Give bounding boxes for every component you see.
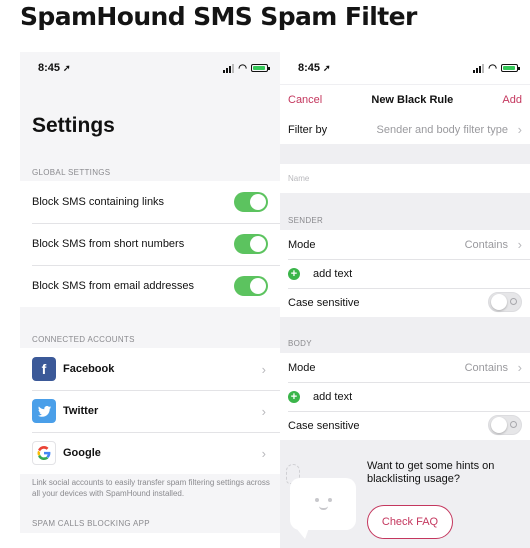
setting-row-links[interactable]: Block SMS containing links: [20, 181, 280, 223]
sender-mode-row[interactable]: Mode Contains ›: [280, 230, 530, 259]
body-add-text-row[interactable]: + add text: [280, 382, 530, 411]
location-arrow-icon: ➚: [63, 62, 71, 73]
twitter-icon: [32, 399, 56, 423]
settings-screen: 8:45 ➚ ◠ Settings GLOBAL SETTINGS Block …: [20, 52, 280, 548]
add-text-label: add text: [313, 390, 353, 403]
name-field[interactable]: Name: [280, 164, 530, 193]
mode-label: Mode: [288, 361, 316, 374]
body-header: BODY: [288, 339, 312, 348]
account-label: Facebook: [63, 363, 115, 375]
location-arrow-icon: ➚: [323, 62, 331, 73]
filter-by-label: Filter by: [288, 123, 328, 136]
chat-bubble-mascot-icon: [290, 478, 356, 539]
account-row-google[interactable]: Google ›: [20, 432, 280, 474]
setting-label: Block SMS from short numbers: [32, 238, 185, 250]
body-mode-row[interactable]: Mode Contains ›: [280, 353, 530, 382]
sender-group: Mode Contains › + add text Case sensitiv…: [280, 230, 530, 317]
sender-case-sensitive-toggle[interactable]: [488, 292, 522, 312]
nav-title: New Black Rule: [371, 94, 454, 106]
facebook-icon: f: [32, 357, 56, 381]
body-group: Mode Contains › + add text Case sensitiv…: [280, 353, 530, 440]
global-settings-group: Block SMS containing links Block SMS fro…: [20, 181, 280, 307]
accounts-footnote: Link social accounts to easily transfer …: [32, 478, 270, 498]
signal-icon: [223, 63, 235, 73]
google-icon: [32, 441, 56, 465]
filter-by-group: Filter by Sender and body filter type ›: [280, 115, 530, 144]
mascot-mouth: [319, 506, 328, 510]
sender-add-text-row[interactable]: + add text: [280, 259, 530, 288]
connected-accounts-header: CONNECTED ACCOUNTS: [32, 335, 135, 344]
status-time: 8:45: [298, 62, 321, 74]
chevron-right-icon: ›: [261, 403, 266, 419]
battery-icon: [251, 64, 270, 72]
check-faq-button[interactable]: Check FAQ: [367, 505, 453, 539]
signal-icon: [473, 63, 485, 73]
chevron-right-icon: ›: [261, 361, 266, 377]
setting-label: Block SMS containing links: [32, 196, 165, 208]
filter-by-value: Sender and body filter type: [376, 123, 508, 136]
page-headline: SpamHound SMS Spam Filter: [20, 2, 417, 31]
status-system-icons: ◠: [473, 62, 520, 74]
plus-icon: +: [288, 390, 300, 403]
wifi-icon: ◠: [238, 62, 247, 74]
spam-calls-group: [20, 533, 280, 548]
block-short-numbers-toggle[interactable]: [234, 234, 268, 254]
status-time: 8:45: [38, 62, 61, 74]
body-case-sensitive-row: Case sensitive: [280, 411, 530, 440]
account-row-twitter[interactable]: Twitter ›: [20, 390, 280, 432]
cancel-button[interactable]: Cancel: [288, 94, 322, 106]
spam-calls-header: SPAM CALLS BLOCKING APP: [32, 519, 150, 528]
faq-hint-text: Want to get some hints on blacklisting u…: [367, 460, 495, 485]
block-email-toggle[interactable]: [234, 276, 268, 296]
navigation-bar: Cancel New Black Rule Add: [280, 85, 530, 115]
case-sensitive-label: Case sensitive: [288, 296, 360, 309]
status-bar: 8:45 ➚ ◠: [20, 52, 280, 84]
status-bar: 8:45 ➚ ◠: [280, 52, 530, 84]
mode-label: Mode: [288, 238, 316, 251]
setting-row-short-numbers[interactable]: Block SMS from short numbers: [20, 223, 280, 265]
mode-value: Contains: [464, 361, 508, 374]
connected-accounts-group: f Facebook › Twitter › Google ›: [20, 348, 280, 474]
chevron-right-icon: ›: [517, 122, 522, 137]
name-placeholder: Name: [288, 174, 310, 183]
new-black-rule-screen: 8:45 ➚ ◠ Cancel New Black Rule Add Filte…: [280, 52, 530, 548]
status-time-group: 8:45 ➚: [298, 62, 331, 74]
account-row-facebook[interactable]: f Facebook ›: [20, 348, 280, 390]
chevron-right-icon: ›: [517, 237, 522, 252]
account-label: Google: [63, 447, 101, 459]
filter-by-row[interactable]: Filter by Sender and body filter type ›: [280, 115, 530, 144]
mode-value: Contains: [464, 238, 508, 251]
global-settings-header: GLOBAL SETTINGS: [32, 168, 111, 177]
case-sensitive-label: Case sensitive: [288, 419, 360, 432]
name-group: Name: [280, 164, 530, 193]
setting-label: Block SMS from email addresses: [32, 280, 194, 292]
chevron-right-icon: ›: [261, 445, 266, 461]
mascot-eye: [315, 498, 319, 502]
wifi-icon: ◠: [488, 62, 497, 74]
add-text-label: add text: [313, 267, 353, 280]
plus-icon: +: [288, 267, 300, 280]
body-case-sensitive-toggle[interactable]: [488, 415, 522, 435]
battery-icon: [501, 64, 520, 72]
sender-header: SENDER: [288, 216, 324, 225]
sender-case-sensitive-row: Case sensitive: [280, 288, 530, 317]
account-label: Twitter: [63, 405, 99, 417]
mascot-eye: [328, 498, 332, 502]
block-links-toggle[interactable]: [234, 192, 268, 212]
setting-row-email[interactable]: Block SMS from email addresses: [20, 265, 280, 307]
chevron-right-icon: ›: [517, 360, 522, 375]
page-title: Settings: [32, 114, 115, 137]
add-button[interactable]: Add: [502, 94, 522, 106]
status-system-icons: ◠: [223, 62, 270, 74]
status-time-group: 8:45 ➚: [38, 62, 71, 74]
